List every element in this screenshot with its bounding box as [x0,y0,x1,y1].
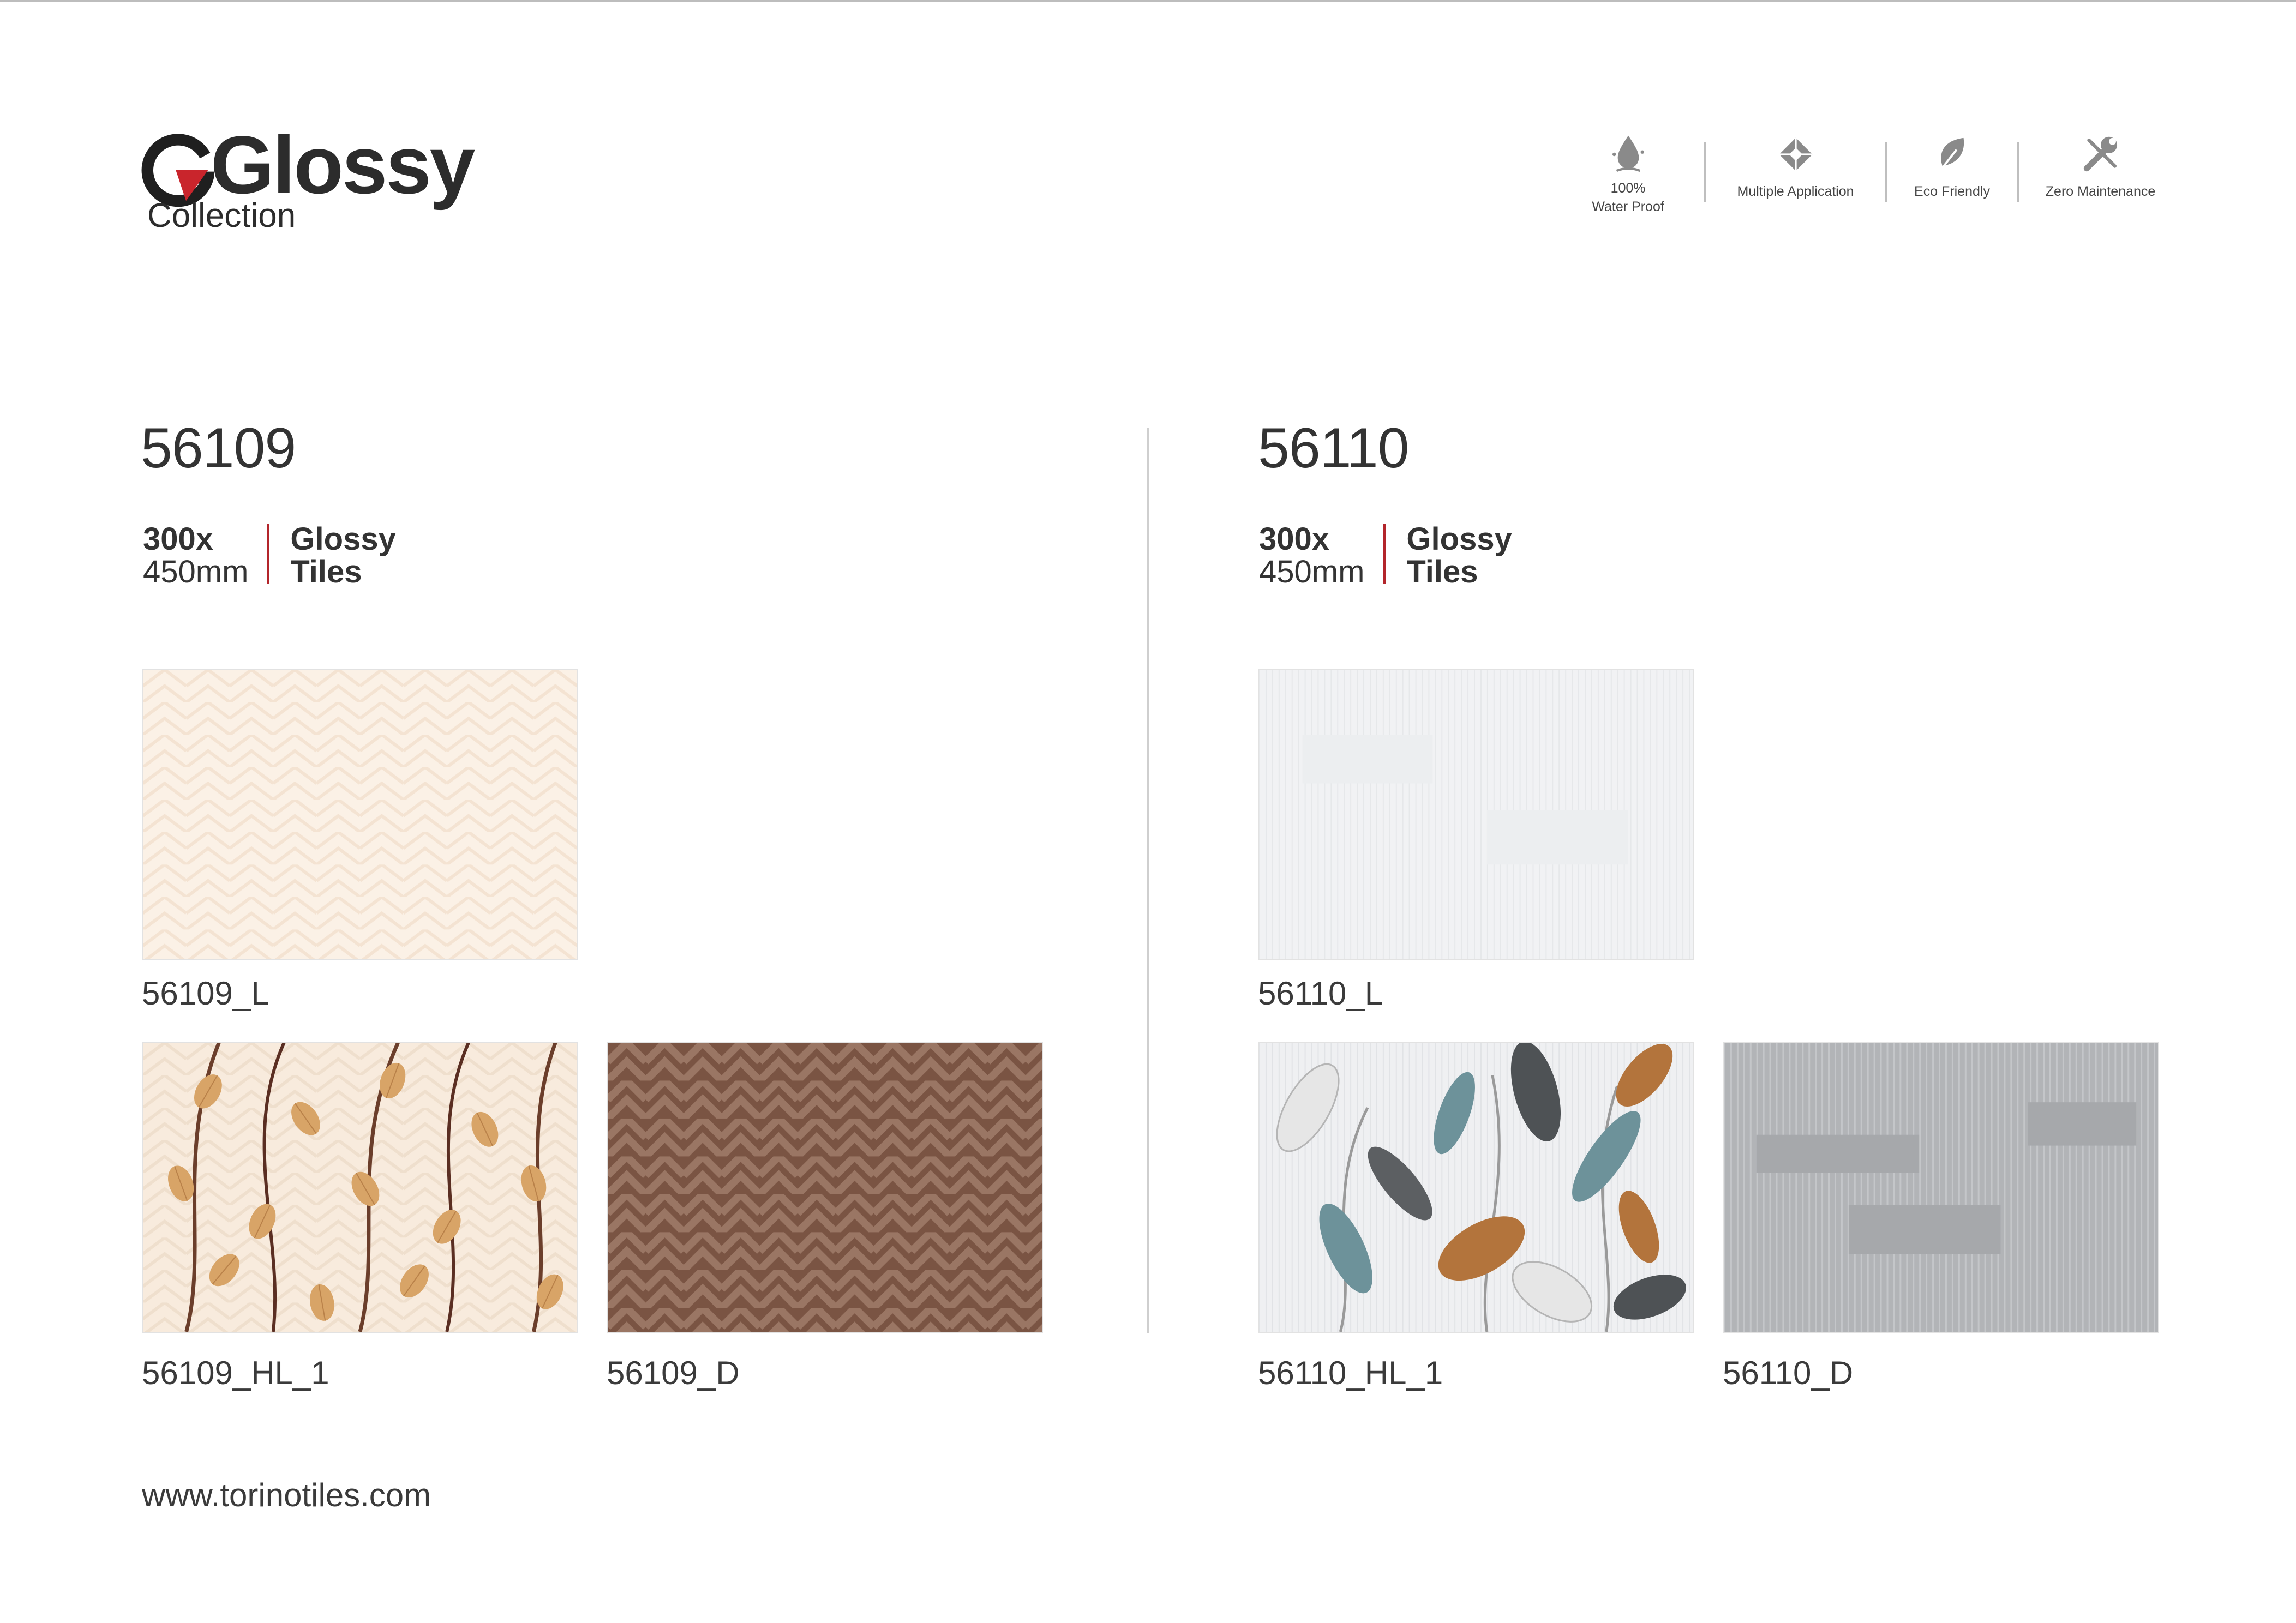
tile-size: 300x 450mm [1259,524,1364,588]
tile-size-line2: 450mm [1259,554,1365,590]
tile-size-line2: 450mm [143,554,249,590]
tile-image-light [1258,669,1694,960]
series-code: 56110 [1258,417,1409,480]
brand-name: Glossy [211,119,475,211]
feature-separator [1704,142,1706,202]
tile-type-line2: Tiles [1406,554,1478,590]
series-spec: 300x 450mm Glossy Tiles [1259,524,1512,588]
top-border [0,0,2296,2]
tile-label: 56110_L [1258,975,1383,1012]
feature-zero-maintenance: Zero Maintenance [2041,131,2160,200]
tile-label: 56109_D [607,1355,740,1391]
feature-eco-friendly: Eco Friendly [1909,131,1995,200]
website-url[interactable]: www.torinotiles.com [142,1479,431,1512]
series-spec: 300x 450mm Glossy Tiles [143,524,396,588]
feature-water-proof: 100% Water Proof [1582,131,1674,215]
tile-size: 300x 450mm [143,524,248,588]
tile-type: Glossy Tiles [1406,524,1512,588]
tile-type-line1: Glossy [290,521,396,557]
tile-type-line2: Tiles [290,554,362,590]
feature-strip: 100% Water Proof Multiple Application Ec… [1582,131,2160,215]
logo-g-mark-icon [141,134,214,207]
tile-type: Glossy Tiles [290,524,395,588]
tile-label: 56110_HL_1 [1258,1355,1443,1391]
tile-size-line1: 300x [1259,521,1330,557]
series-code: 56109 [141,417,296,480]
feature-multiple-application: Multiple Application [1728,131,1863,200]
tile-size-line1: 300x [143,521,214,557]
tile-image-dark [607,1042,1043,1333]
tools-icon [2083,136,2117,172]
multiple-application-icon [1779,137,1812,171]
feature-line2: Water Proof [1592,199,1664,214]
feature-line1: 100% [1610,181,1646,196]
spec-accent-bar [267,524,270,584]
tile-image-highlighter [1258,1042,1694,1333]
tile-image-highlighter [142,1042,578,1333]
leaf-icon [1939,137,1964,172]
water-drop-icon [1612,135,1644,172]
column-divider [1147,428,1149,1333]
tile-label: 56109_L [142,975,269,1012]
feature-separator [2017,142,2019,202]
brand-subtitle: Collection [147,197,296,235]
tile-label: 56110_D [1723,1355,1854,1391]
feature-separator [1885,142,1887,202]
feature-line2: Zero Maintenance [2045,184,2156,199]
tile-label: 56109_HL_1 [142,1355,329,1391]
spec-accent-bar [1383,524,1386,584]
tile-image-dark [1723,1042,2159,1333]
feature-line2: Eco Friendly [1914,184,1990,199]
tile-image-light [142,669,578,960]
feature-line2: Multiple Application [1737,184,1854,199]
brand-logo: Glossy Collection [141,124,475,237]
tile-type-line1: Glossy [1406,521,1512,557]
